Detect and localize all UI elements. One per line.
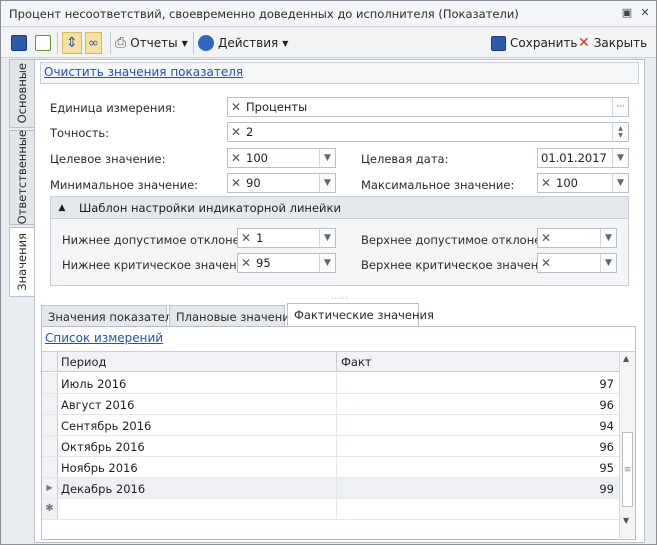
refresh-icon bbox=[35, 35, 51, 51]
chevron-down-icon[interactable]: ▼ bbox=[319, 149, 335, 167]
min-field[interactable]: ✕ 90 ▼ bbox=[227, 173, 336, 193]
chevron-down-icon[interactable]: ▼ bbox=[612, 149, 628, 167]
clear-values-link[interactable]: Очистить значения показателя bbox=[44, 65, 243, 79]
clear-icon[interactable]: ✕ bbox=[228, 100, 244, 114]
precision-field[interactable]: ✕ 2 ▲ ▼ bbox=[227, 122, 629, 142]
expand-arrows-icon: ⇕ bbox=[66, 35, 78, 51]
title-bar: Процент несоответствий, своевременно дов… bbox=[1, 1, 656, 27]
reports-menu[interactable]: ⎙ Отчеты ▼ bbox=[115, 32, 188, 54]
precision-label: Точность: bbox=[50, 126, 110, 140]
clear-icon[interactable]: ✕ bbox=[538, 231, 554, 245]
refresh-icon-button[interactable] bbox=[35, 32, 51, 54]
tab-responsible[interactable]: Ответственные bbox=[9, 130, 35, 225]
chevron-down-icon: ▼ bbox=[181, 38, 188, 48]
chevron-down-icon[interactable]: ▼ bbox=[319, 254, 335, 272]
target-date-label: Целевая дата: bbox=[361, 152, 449, 166]
values-panel: Очистить значения показателя Единица изм… bbox=[34, 59, 645, 543]
actual-values-grid: Период Факт Июль 2016 97 Август 2016 96 Се… bbox=[42, 351, 635, 539]
tab-indicator-values[interactable]: Значения показателя bbox=[41, 305, 179, 327]
lower-allowed-field[interactable]: ✕ 1 ▼ bbox=[237, 228, 336, 248]
close-button[interactable]: ✕ Закрыть bbox=[578, 32, 647, 54]
printer-icon: ⎙ bbox=[115, 35, 127, 51]
indicator-template-group: ▲ Шаблон настройки индикаторной линейки … bbox=[50, 196, 629, 286]
tab-planned-values[interactable]: Плановые значения bbox=[169, 305, 297, 327]
grid-scrollbar[interactable]: ▲ ≡ ▼ bbox=[619, 352, 635, 538]
ellipsis-icon[interactable]: ··· bbox=[612, 98, 628, 116]
link-icon: ∞ bbox=[88, 35, 99, 51]
tab-values[interactable]: Значения bbox=[9, 227, 35, 297]
collapse-icon[interactable]: ▲ bbox=[51, 203, 73, 213]
scroll-thumb[interactable]: ≡ bbox=[622, 432, 633, 507]
new-row[interactable]: ✱ bbox=[42, 499, 619, 520]
save-icon-button[interactable] bbox=[11, 32, 27, 54]
tab-actual-values[interactable]: Фактические значения bbox=[287, 303, 434, 327]
save-label: Сохранить bbox=[510, 36, 578, 50]
table-row[interactable]: Ноябрь 2016 95 bbox=[42, 457, 619, 478]
window-title: Процент несоответствий, своевременно дов… bbox=[9, 7, 519, 21]
chevron-down-icon: ▼ bbox=[282, 38, 289, 48]
clear-icon[interactable]: ✕ bbox=[238, 256, 254, 270]
scroll-up-icon[interactable]: ▲ bbox=[623, 354, 629, 363]
clear-icon[interactable]: ✕ bbox=[228, 151, 244, 165]
target-label: Целевое значение: bbox=[50, 152, 166, 166]
clear-icon[interactable]: ✕ bbox=[228, 125, 244, 139]
link-button[interactable]: ∞ bbox=[85, 32, 102, 54]
clear-icon[interactable]: ✕ bbox=[538, 176, 554, 190]
close-window-icon[interactable]: ✕ bbox=[638, 6, 652, 20]
max-label: Максимальное значение: bbox=[361, 178, 515, 192]
upper-critical-field[interactable]: ✕ ▼ bbox=[537, 253, 617, 273]
upper-critical-label: Верхнее критическое значение: bbox=[361, 258, 557, 272]
table-row-selected[interactable]: ▶ Декабрь 2016 99 bbox=[42, 478, 619, 499]
table-row[interactable]: Сентябрь 2016 94 bbox=[42, 415, 619, 436]
unit-field[interactable]: ✕ Проценты ··· bbox=[227, 97, 629, 117]
target-date-field[interactable]: 01.01.2017 ▼ bbox=[537, 148, 629, 168]
actual-values-panel: Список измерений Период Факт Июль 2016 97… bbox=[41, 326, 636, 540]
actions-icon bbox=[198, 35, 214, 51]
chevron-down-icon[interactable]: ▼ bbox=[600, 229, 616, 247]
clear-icon[interactable]: ✕ bbox=[538, 256, 554, 270]
clear-icon[interactable]: ✕ bbox=[228, 176, 244, 190]
column-header-fact[interactable]: Факт bbox=[341, 355, 372, 369]
floppy-icon bbox=[11, 35, 27, 51]
close-label: Закрыть bbox=[593, 36, 648, 50]
toolbar: ⇕ ∞ ⎙ Отчеты ▼ Действия ▼ Сохранить ✕ За… bbox=[1, 28, 656, 58]
grid-header: Период Факт bbox=[42, 352, 619, 372]
column-header-period[interactable]: Период bbox=[61, 355, 106, 369]
upper-allowed-field[interactable]: ✕ ▼ bbox=[537, 228, 617, 248]
lower-critical-label: Нижнее критическое значение: bbox=[62, 258, 256, 272]
chevron-down-icon[interactable]: ▼ bbox=[319, 229, 335, 247]
min-label: Минимальное значение: bbox=[50, 178, 199, 192]
tab-basic[interactable]: Основные bbox=[9, 59, 35, 128]
measurements-list-link[interactable]: Список измерений bbox=[45, 331, 163, 345]
lower-critical-field[interactable]: ✕ 95 ▼ bbox=[237, 253, 336, 273]
side-tabs: Основные Ответственные Значения bbox=[9, 59, 35, 544]
scroll-down-icon[interactable]: ▼ bbox=[623, 516, 629, 525]
table-row[interactable]: Октябрь 2016 96 bbox=[42, 436, 619, 457]
close-icon: ✕ bbox=[578, 35, 590, 51]
spin-icon[interactable]: ▲ ▼ bbox=[612, 123, 628, 141]
window: Процент несоответствий, своевременно дов… bbox=[0, 0, 657, 545]
restore-icon[interactable]: ▣ bbox=[620, 6, 634, 20]
group-header[interactable]: ▲ Шаблон настройки индикаторной линейки bbox=[51, 197, 628, 219]
expand-button[interactable]: ⇕ bbox=[62, 32, 82, 54]
actions-label: Действия bbox=[218, 36, 279, 50]
splitter-grip[interactable]: ····· bbox=[331, 294, 349, 303]
chevron-down-icon[interactable]: ▼ bbox=[319, 174, 335, 192]
floppy-icon bbox=[491, 35, 506, 51]
lower-allowed-label: Нижнее допустимое отклонение: bbox=[62, 233, 266, 247]
actions-menu[interactable]: Действия ▼ bbox=[198, 32, 288, 54]
save-button[interactable]: Сохранить bbox=[491, 32, 578, 54]
clear-bar: Очистить значения показателя bbox=[40, 62, 639, 84]
reports-label: Отчеты bbox=[130, 36, 178, 50]
new-row-icon: ✱ bbox=[42, 499, 58, 519]
chevron-down-icon[interactable]: ▼ bbox=[600, 254, 616, 272]
target-field[interactable]: ✕ 100 ▼ bbox=[227, 148, 336, 168]
row-pointer-icon: ▶ bbox=[42, 478, 58, 498]
table-row[interactable]: Август 2016 96 bbox=[42, 394, 619, 415]
chevron-down-icon[interactable]: ▼ bbox=[612, 174, 628, 192]
max-field[interactable]: ✕ 100 ▼ bbox=[537, 173, 629, 193]
table-row[interactable]: Июль 2016 97 bbox=[42, 373, 619, 394]
clear-icon[interactable]: ✕ bbox=[238, 231, 254, 245]
unit-label: Единица измерения: bbox=[50, 101, 176, 115]
